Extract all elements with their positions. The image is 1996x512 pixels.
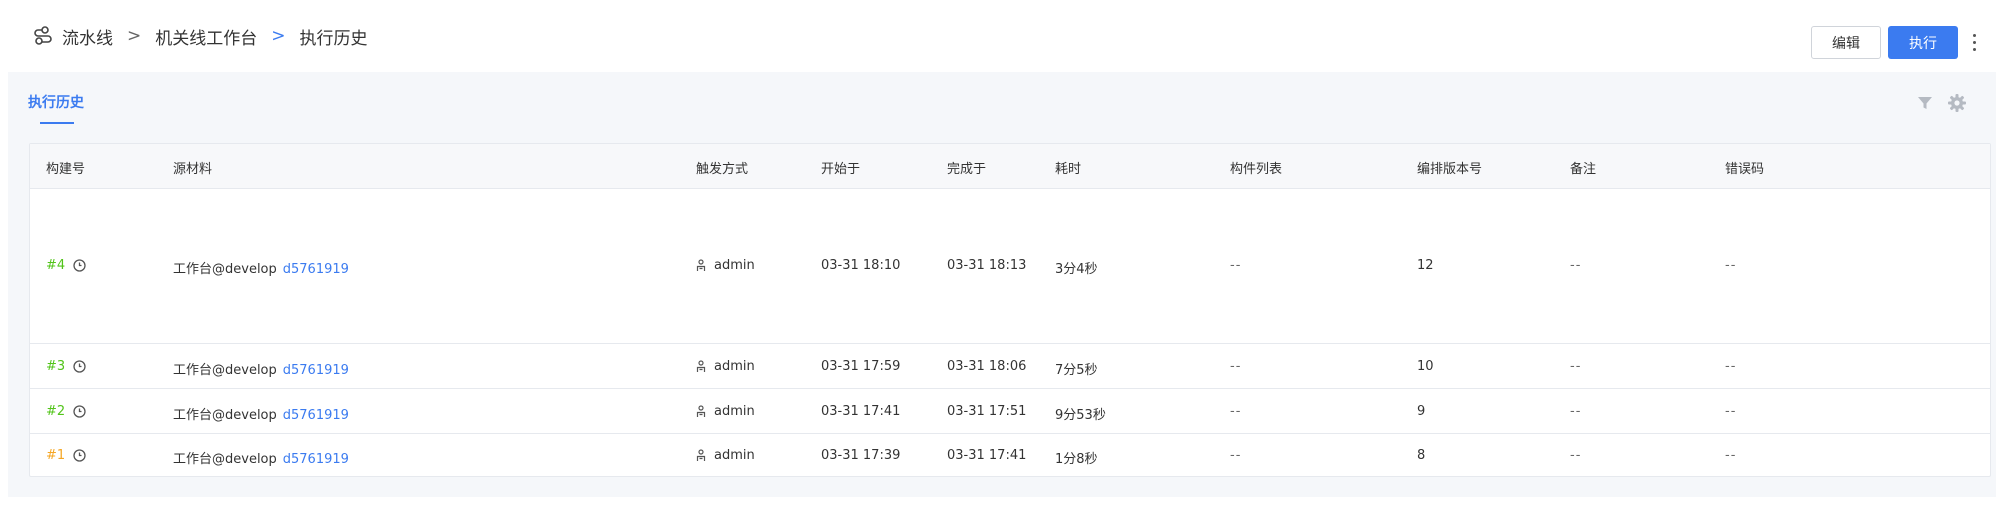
- version: 8: [1417, 448, 1426, 463]
- breadcrumb-item-history: 执行历史: [299, 28, 368, 49]
- source-cell: 工作台@develop d5761919: [173, 258, 349, 277]
- active-tab-indicator: [40, 122, 74, 124]
- source-branch: 工作台@develop: [173, 262, 277, 277]
- source-cell: 工作台@develop d5761919: [173, 359, 349, 378]
- start-time: 03-31 17:39: [821, 448, 901, 463]
- source-cell: 工作台@develop d5761919: [173, 448, 349, 467]
- end-time: 03-31 17:41: [947, 448, 1027, 463]
- user-icon: [696, 405, 706, 418]
- column-header: 完成于: [947, 162, 987, 177]
- column-header: 构件列表: [1230, 162, 1283, 177]
- error-code: --: [1725, 359, 1737, 374]
- edit-button[interactable]: 编辑: [1811, 26, 1881, 59]
- build-number[interactable]: #2: [46, 404, 86, 419]
- note: --: [1570, 359, 1582, 374]
- duration: 9分53秒: [1055, 408, 1106, 423]
- trigger-cell: admin: [696, 448, 755, 463]
- source-branch: 工作台@develop: [173, 363, 277, 378]
- breadcrumb-separator: >: [271, 26, 286, 46]
- column-header: 耗时: [1055, 162, 1082, 177]
- history-panel: 执行历史 构建号 源材料 触发方式 开始于 完成于 耗时 构件列表 编排版本号 …: [8, 72, 1996, 497]
- header-actions: 编辑 执行: [1811, 26, 1982, 59]
- table-row[interactable]: #2 工作台@develop d5761919 admin 03-31 17:41…: [30, 389, 1990, 434]
- start-time: 03-31 17:59: [821, 359, 901, 374]
- commit-link[interactable]: d5761919: [283, 452, 349, 467]
- commit-link[interactable]: d5761919: [283, 262, 349, 277]
- column-header: 源材料: [173, 162, 213, 177]
- filter-icon[interactable]: [1916, 94, 1934, 112]
- duration: 1分8秒: [1055, 452, 1098, 467]
- run-button[interactable]: 执行: [1888, 26, 1958, 59]
- column-header: 编排版本号: [1417, 162, 1483, 177]
- artifacts: --: [1230, 448, 1242, 463]
- clock-icon: [73, 259, 86, 272]
- build-number-label[interactable]: #4: [46, 258, 65, 273]
- build-number[interactable]: #3: [46, 359, 86, 374]
- build-number[interactable]: #4: [46, 258, 86, 273]
- user-icon: [696, 360, 706, 373]
- tab-execution-history[interactable]: 执行历史: [28, 92, 84, 112]
- artifacts: --: [1230, 359, 1242, 374]
- start-time: 03-31 17:41: [821, 404, 901, 419]
- build-number-label[interactable]: #3: [46, 359, 65, 374]
- table-row[interactable]: #1 工作台@develop d5761919 admin 03-31 17:39…: [30, 434, 1990, 477]
- table-row[interactable]: #3 工作台@develop d5761919 admin 03-31 17:59…: [30, 344, 1990, 389]
- breadcrumb: 流水线 > 机关线工作台 > 执行历史: [32, 24, 368, 49]
- start-time: 03-31 18:10: [821, 258, 901, 273]
- commit-link[interactable]: d5761919: [283, 408, 349, 423]
- build-number-label[interactable]: #1: [46, 448, 65, 463]
- end-time: 03-31 18:13: [947, 258, 1027, 273]
- source-branch: 工作台@develop: [173, 452, 277, 467]
- source-cell: 工作台@develop d5761919: [173, 404, 349, 423]
- breadcrumb-item-pipeline[interactable]: 流水线: [62, 24, 113, 49]
- trigger-cell: admin: [696, 404, 755, 419]
- note: --: [1570, 258, 1582, 273]
- clock-icon: [73, 449, 86, 462]
- column-header: 备注: [1570, 162, 1597, 177]
- column-header: 触发方式: [696, 162, 749, 177]
- trigger-user: admin: [714, 359, 755, 374]
- note: --: [1570, 448, 1582, 463]
- tab-bar: 执行历史: [8, 72, 1996, 144]
- user-icon: [696, 449, 706, 462]
- history-table: 构建号 源材料 触发方式 开始于 完成于 耗时 构件列表 编排版本号 备注 错误…: [29, 143, 1991, 477]
- column-header: 构建号: [46, 162, 86, 177]
- user-icon: [696, 259, 706, 272]
- error-code: --: [1725, 258, 1737, 273]
- column-header: 错误码: [1725, 162, 1765, 177]
- breadcrumb-separator: >: [127, 26, 142, 46]
- end-time: 03-31 18:06: [947, 359, 1027, 374]
- build-number-label[interactable]: #2: [46, 404, 65, 419]
- column-header: 开始于: [821, 162, 861, 177]
- trigger-user: admin: [714, 448, 755, 463]
- breadcrumb-item-workbench[interactable]: 机关线工作台: [155, 24, 257, 49]
- clock-icon: [73, 360, 86, 373]
- clock-icon: [73, 405, 86, 418]
- trigger-cell: admin: [696, 359, 755, 374]
- artifacts: --: [1230, 258, 1242, 273]
- version: 12: [1417, 258, 1434, 273]
- duration: 3分4秒: [1055, 262, 1098, 277]
- pipeline-logo-icon: [32, 25, 54, 47]
- table-row[interactable]: #4 工作台@develop d5761919 admin 03-31 18:10…: [30, 189, 1990, 344]
- source-branch: 工作台@develop: [173, 408, 277, 423]
- version: 9: [1417, 404, 1426, 419]
- version: 10: [1417, 359, 1434, 374]
- trigger-user: admin: [714, 404, 755, 419]
- error-code: --: [1725, 404, 1737, 419]
- table-header: 构建号 源材料 触发方式 开始于 完成于 耗时 构件列表 编排版本号 备注 错误…: [30, 144, 1990, 189]
- trigger-user: admin: [714, 258, 755, 273]
- trigger-cell: admin: [696, 258, 755, 273]
- commit-link[interactable]: d5761919: [283, 363, 349, 378]
- more-vertical-icon[interactable]: [1966, 26, 1982, 59]
- build-number[interactable]: #1: [46, 448, 86, 463]
- top-bar: 流水线 > 机关线工作台 > 执行历史 编辑 执行: [0, 0, 1996, 72]
- end-time: 03-31 17:51: [947, 404, 1027, 419]
- error-code: --: [1725, 448, 1737, 463]
- artifacts: --: [1230, 404, 1242, 419]
- duration: 7分5秒: [1055, 363, 1098, 378]
- gear-icon[interactable]: [1946, 92, 1968, 114]
- note: --: [1570, 404, 1582, 419]
